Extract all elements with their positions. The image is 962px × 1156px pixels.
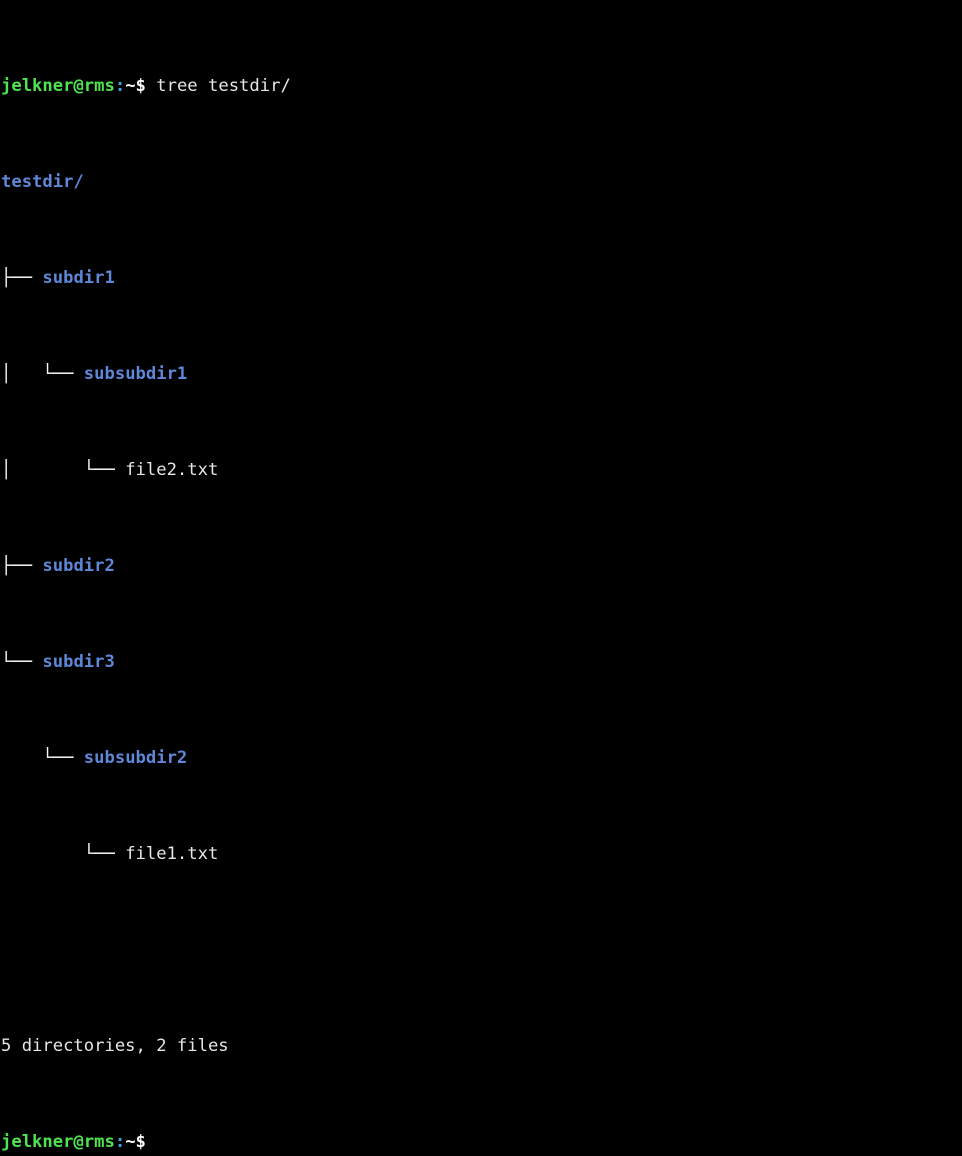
prompt-symbol: $ bbox=[135, 76, 146, 96]
tree-row: ├── subdir2 bbox=[1, 554, 962, 578]
tree-branch-glyph: │ └── bbox=[1, 364, 84, 384]
tree-branch-glyph: └── bbox=[1, 844, 126, 864]
tree-entry-name: file1.txt bbox=[125, 844, 219, 864]
tree-row: └── subsubdir2 bbox=[1, 746, 962, 770]
tree-root-line: testdir/ bbox=[1, 170, 962, 194]
tree-summary-text: 5 directories, 2 files bbox=[1, 1036, 229, 1056]
tree-entry-name: subdir2 bbox=[42, 556, 115, 576]
prompt-separator: : bbox=[114, 76, 126, 96]
tree-root-name: testdir/ bbox=[1, 172, 84, 192]
tree-entry-name: subsubdir1 bbox=[83, 364, 188, 384]
tree-branch-glyph: └── bbox=[1, 652, 43, 672]
tree-row: └── subdir3 bbox=[1, 650, 962, 674]
tree-entry-name: subsubdir2 bbox=[83, 748, 188, 768]
tree-entry-name: file2.txt bbox=[125, 460, 219, 480]
command-prompt-line: jelkner@rms:~$ tree testdir/ bbox=[1, 74, 962, 98]
prompt-cwd: ~ bbox=[125, 1132, 136, 1152]
tree-row: │ └── file2.txt bbox=[1, 458, 962, 482]
terminal-window[interactable]: jelkner@rms:~$ tree testdir/ testdir/ ├─… bbox=[0, 0, 962, 1152]
prompt-separator: : bbox=[114, 1132, 126, 1152]
tree-row: └── file1.txt bbox=[1, 842, 962, 866]
final-prompt-line[interactable]: jelkner@rms:~$ bbox=[1, 1130, 962, 1154]
prompt-cwd: ~ bbox=[125, 76, 136, 96]
tree-entry-name: subdir1 bbox=[42, 268, 115, 288]
terminal-screen[interactable]: jelkner@rms:~$ tree testdir/ testdir/ ├─… bbox=[0, 0, 962, 1156]
tree-row: ├── subdir1 bbox=[1, 266, 962, 290]
command-text: tree testdir/ bbox=[156, 76, 291, 96]
prompt-user-host: jelkner@rms bbox=[1, 1132, 115, 1152]
prompt-symbol: $ bbox=[135, 1132, 146, 1152]
tree-entry-name: subdir3 bbox=[42, 652, 115, 672]
prompt-user-host: jelkner@rms bbox=[1, 76, 115, 96]
tree-branch-glyph: ├── bbox=[1, 268, 43, 288]
tree-summary-line: 5 directories, 2 files bbox=[1, 1034, 962, 1058]
tree-branch-glyph: ├── bbox=[1, 556, 43, 576]
tree-branch-glyph: └── bbox=[1, 748, 84, 768]
tree-branch-glyph: │ └── bbox=[1, 460, 126, 480]
tree-row: │ └── subsubdir1 bbox=[1, 362, 962, 386]
